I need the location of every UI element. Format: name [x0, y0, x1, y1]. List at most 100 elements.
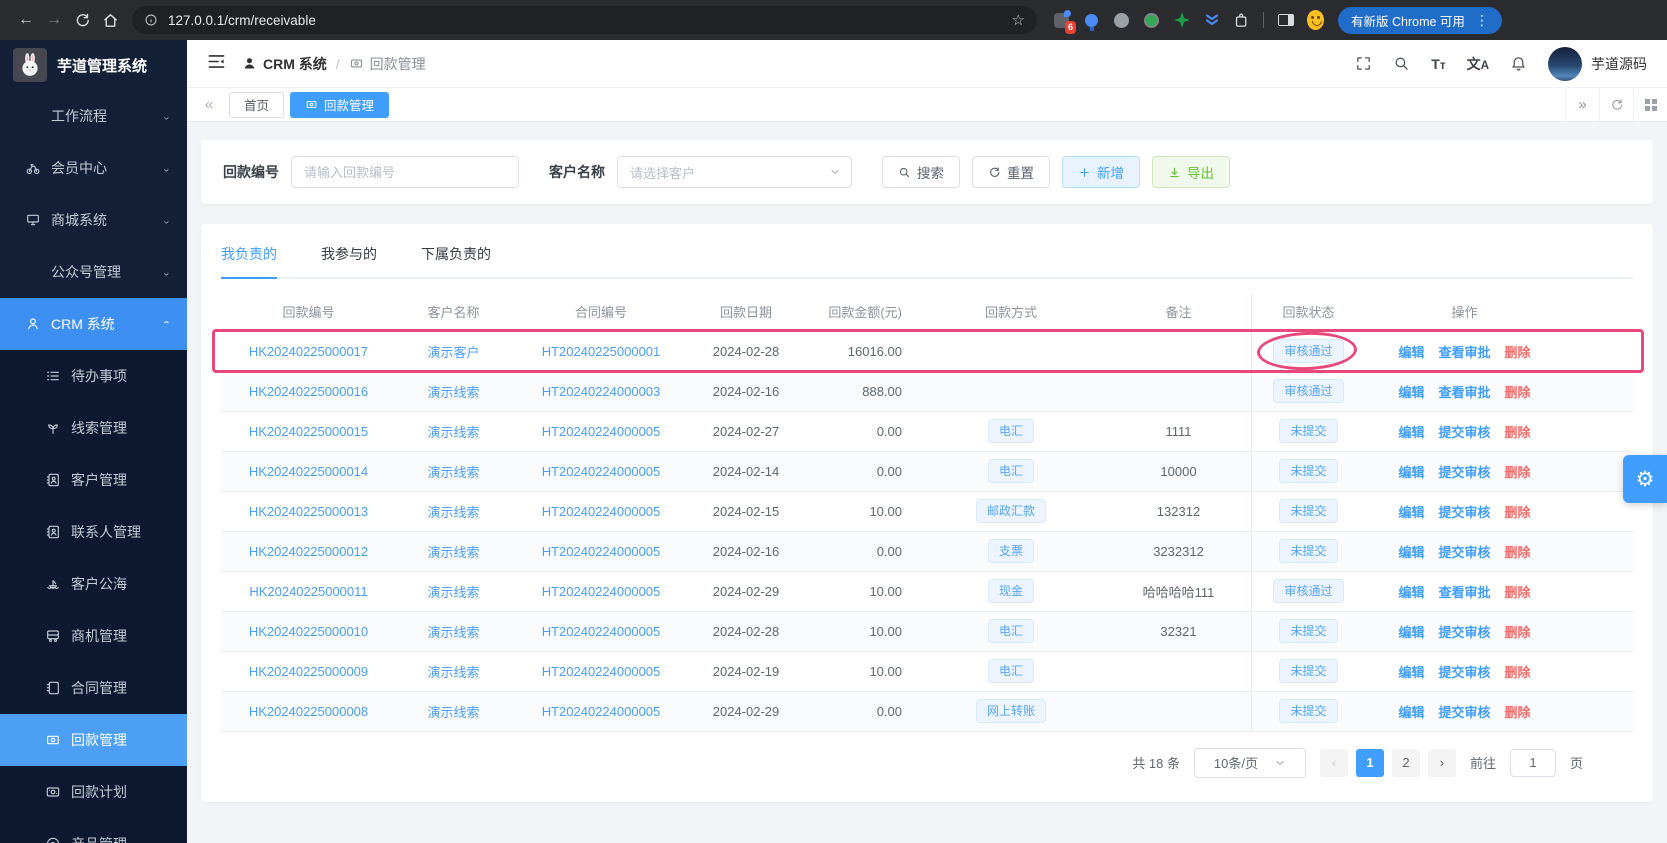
search-icon[interactable] [1393, 55, 1410, 72]
contract-no-link[interactable]: HT20240225000001 [542, 344, 661, 359]
edit-link[interactable]: 编辑 [1398, 345, 1424, 360]
edit-link[interactable]: 编辑 [1398, 625, 1424, 640]
goto-page-input[interactable] [1510, 749, 1556, 777]
sidebar-item-mall[interactable]: 商城系统 ⌄ [0, 194, 187, 246]
sidebar-item-member[interactable]: 会员中心 ⌄ [0, 142, 187, 194]
delete-link[interactable]: 删除 [1505, 665, 1531, 680]
star-extension-icon[interactable] [1173, 12, 1190, 29]
customer-link[interactable]: 演示线索 [427, 625, 479, 640]
delete-link[interactable]: 删除 [1505, 425, 1531, 440]
audit-link[interactable]: 查看审批 [1438, 345, 1490, 360]
sidebar-item-receivable-plan[interactable]: 回款计划 [0, 766, 187, 818]
tab-my-participated[interactable]: 我参与的 [321, 238, 377, 277]
sidebar-item-todo[interactable]: 待办事项 [0, 350, 187, 402]
customer-link[interactable]: 演示线索 [427, 465, 479, 480]
delete-link[interactable]: 删除 [1505, 625, 1531, 640]
receivable-no-link[interactable]: HK20240225000010 [249, 624, 368, 639]
gray-extension-icon[interactable] [1113, 12, 1130, 29]
settings-gear-button[interactable]: ⚙ [1623, 455, 1667, 503]
edit-link[interactable]: 编辑 [1398, 505, 1424, 520]
customer-link[interactable]: 演示线索 [427, 505, 479, 520]
customer-link[interactable]: 演示线索 [427, 665, 479, 680]
tab-home[interactable]: 首页 [229, 92, 284, 118]
tab-subordinate[interactable]: 下属负责的 [421, 238, 491, 277]
edit-link[interactable]: 编辑 [1398, 585, 1424, 600]
delete-link[interactable]: 删除 [1505, 705, 1531, 720]
edit-link[interactable]: 编辑 [1398, 425, 1424, 440]
tab-options-grid-icon[interactable] [1633, 88, 1667, 121]
sidebar-item-receivable[interactable]: 回款管理 [0, 714, 187, 766]
customer-link[interactable]: 演示线索 [427, 545, 479, 560]
user-avatar[interactable] [1548, 47, 1582, 81]
refresh-tab-icon[interactable] [1599, 88, 1633, 121]
extensions-puzzle-icon[interactable] [1233, 12, 1250, 29]
page-2-button[interactable]: 2 [1392, 749, 1420, 777]
chrome-update-button[interactable]: 有新版 Chrome 可用 ⋮ [1338, 7, 1502, 34]
contract-no-link[interactable]: HT20240224000005 [542, 424, 661, 439]
tab-my-responsible[interactable]: 我负责的 [221, 238, 277, 277]
site-info-icon[interactable] [144, 13, 158, 27]
contract-no-link[interactable]: HT20240224000005 [542, 464, 661, 479]
scroll-right-icon[interactable]: » [1565, 88, 1599, 121]
contract-no-link[interactable]: HT20240224000005 [542, 504, 661, 519]
contract-no-link[interactable]: HT20240224000003 [542, 384, 661, 399]
collapse-menu-icon[interactable] [207, 52, 226, 76]
fullscreen-icon[interactable] [1355, 55, 1372, 72]
delete-link[interactable]: 删除 [1505, 345, 1531, 360]
export-button[interactable]: 导出 [1152, 156, 1230, 188]
edit-link[interactable]: 编辑 [1398, 705, 1424, 720]
audit-link[interactable]: 提交审核 [1438, 505, 1490, 520]
edit-link[interactable]: 编辑 [1398, 545, 1424, 560]
bookmark-star-icon[interactable]: ☆ [1012, 11, 1025, 29]
page-1-button[interactable]: 1 [1356, 749, 1384, 777]
forward-icon[interactable]: → [40, 6, 68, 34]
edit-link[interactable]: 编辑 [1398, 465, 1424, 480]
sidebar-item-contact[interactable]: 联系人管理 [0, 506, 187, 558]
chevrons-extension-icon[interactable] [1203, 12, 1220, 29]
font-size-icon[interactable]: Tт [1431, 56, 1445, 72]
sidebar-item-clue[interactable]: 线索管理 [0, 402, 187, 454]
contract-no-link[interactable]: HT20240224000005 [542, 544, 661, 559]
breadcrumb-receivable[interactable]: 回款管理 [349, 54, 426, 74]
customer-select[interactable]: 请选择客户 [617, 156, 852, 188]
url-text[interactable]: 127.0.0.1/crm/receivable [168, 13, 1002, 28]
audit-link[interactable]: 查看审批 [1438, 585, 1490, 600]
scroll-left-icon[interactable]: « [195, 96, 223, 113]
next-page-button[interactable]: › [1428, 749, 1456, 777]
delete-link[interactable]: 删除 [1505, 465, 1531, 480]
receivable-no-link[interactable]: HK20240225000011 [249, 584, 367, 599]
delete-link[interactable]: 删除 [1505, 545, 1531, 560]
profile-avatar-icon[interactable] [1307, 12, 1324, 29]
side-panel-icon[interactable] [1277, 12, 1294, 29]
customer-link[interactable]: 演示线索 [427, 705, 479, 720]
edit-link[interactable]: 编辑 [1398, 665, 1424, 680]
sidebar-item-official-account[interactable]: 公众号管理 ⌄ [0, 246, 187, 298]
sidebar-item-workflow[interactable]: 工作流程 ⌄ [0, 90, 187, 142]
receivable-no-link[interactable]: HK20240225000008 [249, 704, 368, 719]
receivable-no-link[interactable]: HK20240225000012 [249, 544, 368, 559]
receivable-no-link[interactable]: HK20240225000014 [249, 464, 368, 479]
delete-link[interactable]: 删除 [1505, 385, 1531, 400]
notification-bell-icon[interactable] [1510, 55, 1527, 72]
audit-link[interactable]: 提交审核 [1438, 545, 1490, 560]
audit-link[interactable]: 提交审核 [1438, 625, 1490, 640]
sidebar-item-business[interactable]: 商机管理 [0, 610, 187, 662]
customer-link[interactable]: 演示线索 [427, 585, 479, 600]
contract-no-link[interactable]: HT20240224000005 [542, 664, 661, 679]
username[interactable]: 芋道源码 [1591, 54, 1647, 74]
receivable-no-link[interactable]: HK20240225000016 [249, 384, 368, 399]
edit-link[interactable]: 编辑 [1398, 385, 1424, 400]
back-icon[interactable]: ← [12, 6, 40, 34]
receivable-no-link[interactable]: HK20240225000013 [249, 504, 368, 519]
audit-link[interactable]: 提交审核 [1438, 465, 1490, 480]
app-logo[interactable]: 芋道管理系统 [0, 40, 187, 90]
browser-menu-icon[interactable]: ⋮ [1475, 12, 1489, 29]
audit-link[interactable]: 提交审核 [1438, 425, 1490, 440]
reload-icon[interactable] [68, 6, 96, 34]
customer-link[interactable]: 演示客户 [427, 345, 479, 360]
sidebar-item-contract[interactable]: 合同管理 [0, 662, 187, 714]
customer-link[interactable]: 演示线索 [427, 385, 479, 400]
audit-link[interactable]: 提交审核 [1438, 705, 1490, 720]
reset-button[interactable]: 重置 [972, 156, 1050, 188]
receivable-no-link[interactable]: HK20240225000017 [249, 344, 368, 359]
